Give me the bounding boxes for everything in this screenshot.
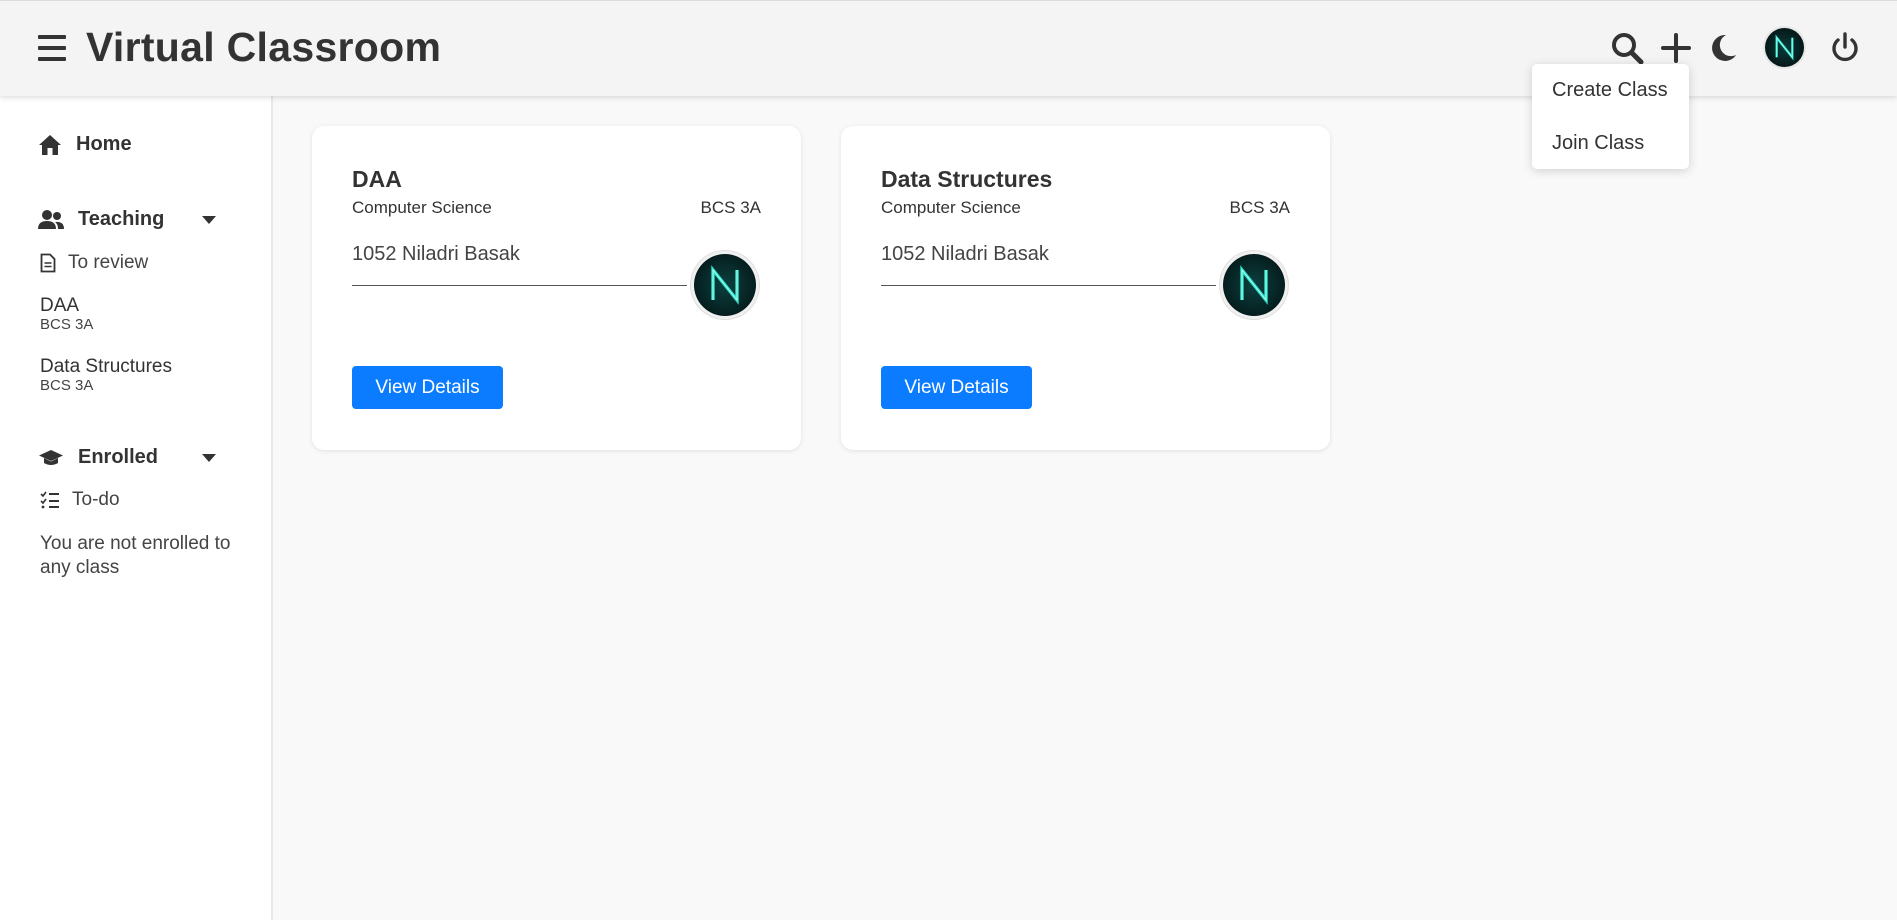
card-section: BCS 3A: [1229, 198, 1290, 217]
card-teacher: 1052 Niladri Basak: [352, 243, 520, 265]
power-icon[interactable]: [1828, 31, 1862, 65]
sidebar-class-daa[interactable]: DAA BCS 3A: [40, 295, 93, 333]
class-section: BCS 3A: [40, 316, 94, 333]
sidebar-class-data-structures[interactable]: Data Structures BCS 3A: [40, 356, 172, 394]
teacher-avatar: [1223, 254, 1285, 316]
card-subject: Computer Science: [352, 198, 492, 217]
sidebar-item-to-review[interactable]: To review: [40, 252, 148, 274]
menu-icon[interactable]: [38, 35, 66, 61]
checklist-icon: [40, 491, 59, 509]
sidebar-section-enrolled[interactable]: Enrolled: [38, 446, 228, 469]
sidebar-section-label: Teaching: [78, 208, 165, 230]
caret-down-icon: [202, 453, 216, 462]
card-title: DAA: [352, 166, 402, 192]
view-details-button[interactable]: View Details: [881, 366, 1032, 409]
card-title: Data Structures: [881, 166, 1053, 192]
add-class-dropdown: Create Class Join Class: [1532, 64, 1689, 169]
card-subject: Computer Science: [881, 198, 1021, 217]
divider: [352, 285, 687, 286]
view-details-button[interactable]: View Details: [352, 366, 503, 409]
users-icon: [38, 209, 64, 229]
sidebar-section-label: Enrolled: [78, 446, 159, 468]
app-title: Virtual Classroom: [86, 24, 442, 70]
class-card-daa: DAA Computer Science BCS 3A 1052 Niladri…: [312, 126, 801, 450]
teacher-avatar: [694, 254, 756, 316]
sidebar-item-label: To review: [68, 252, 149, 273]
sidebar-item-to-do[interactable]: To-do: [40, 489, 120, 511]
sidebar-item-home[interactable]: Home: [38, 133, 132, 156]
caret-down-icon: [202, 215, 216, 224]
home-icon: [39, 134, 61, 155]
document-icon: [40, 253, 56, 273]
card-section: BCS 3A: [700, 198, 761, 217]
card-teacher: 1052 Niladri Basak: [881, 243, 1049, 265]
sidebar-item-label: To-do: [72, 489, 120, 510]
divider: [881, 285, 1216, 286]
create-class-option[interactable]: Create Class: [1552, 79, 1668, 102]
sidebar: Home Teaching To review DAA BCS 3A Data …: [0, 96, 273, 920]
moon-icon[interactable]: [1706, 31, 1740, 65]
class-name: DAA: [40, 295, 80, 316]
class-name: Data Structures: [40, 356, 172, 377]
search-icon[interactable]: [1610, 31, 1644, 65]
join-class-option[interactable]: Join Class: [1552, 132, 1644, 155]
class-section: BCS 3A: [40, 377, 94, 394]
graduation-cap-icon: [39, 449, 63, 465]
plus-icon[interactable]: [1659, 31, 1693, 65]
not-enrolled-message: You are not enrolled to any class: [40, 533, 231, 578]
sidebar-section-teaching[interactable]: Teaching: [38, 208, 228, 231]
class-card-data-structures: Data Structures Computer Science BCS 3A …: [841, 126, 1330, 450]
avatar[interactable]: [1765, 28, 1804, 67]
sidebar-item-label: Home: [76, 133, 132, 155]
